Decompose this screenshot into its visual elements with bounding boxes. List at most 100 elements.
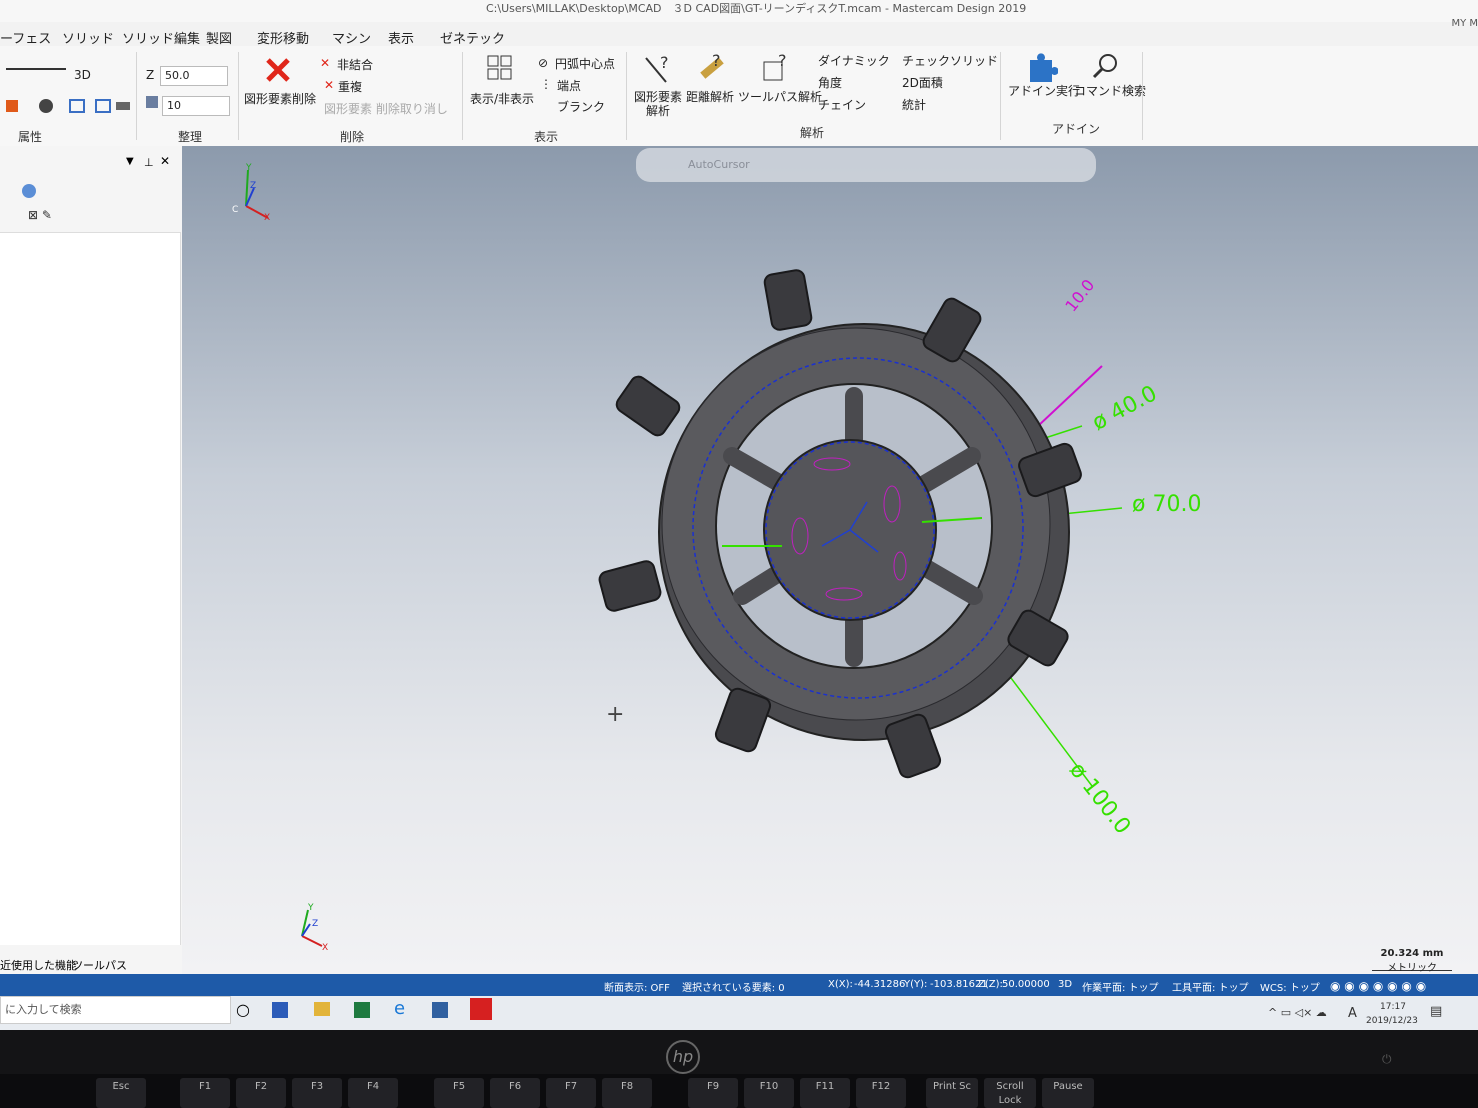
duplicate-button[interactable]: 重複 — [338, 78, 362, 95]
command-search-button[interactable]: コマンド検索 — [1074, 82, 1146, 99]
app-icon[interactable] — [432, 1002, 448, 1018]
ime-indicator[interactable]: A — [1348, 1006, 1357, 1021]
tray-icons[interactable]: ^ ▭ ◁× ☁ — [1268, 1006, 1327, 1019]
entity-analyze-button-2[interactable]: 解析 — [646, 102, 670, 119]
section-view-status[interactable]: 断面表示: OFF — [604, 979, 670, 994]
arc-center-icon: ⊘ — [538, 56, 549, 70]
dynamic-button[interactable]: ダイナミック — [818, 52, 890, 69]
autocursor-label: AutoCursor — [688, 158, 750, 171]
check-solid-button[interactable]: チェックソリッド — [902, 52, 998, 69]
menu-transform[interactable]: 変形移動 — [257, 28, 309, 47]
z-depth-input[interactable]: 50.0 — [160, 66, 228, 86]
clock-time[interactable]: 17:17 — [1380, 1002, 1406, 1012]
notification-icon[interactable]: ▤ — [1430, 1004, 1442, 1019]
key-f3[interactable]: F3 — [292, 1078, 342, 1108]
endpoint-button[interactable]: 端点 — [557, 77, 581, 94]
key-f9[interactable]: F9 — [688, 1078, 738, 1108]
key-f5[interactable]: F5 — [434, 1078, 484, 1108]
separator — [136, 52, 137, 140]
panel-dropdown-icon[interactable]: ▼ — [126, 156, 134, 167]
toolpath-analyze-icon: ? — [763, 54, 787, 81]
key-esc[interactable]: Esc — [96, 1078, 146, 1108]
x-coord-label: X(X): — [828, 979, 853, 990]
menu-drafting[interactable]: 製図 — [206, 28, 232, 47]
key-print-screen[interactable]: Print Sc — [926, 1078, 978, 1108]
tplane-status[interactable]: 工具平面: トップ — [1172, 979, 1249, 994]
menu-machine[interactable]: マシン — [332, 28, 371, 47]
triad-x-label: X — [322, 943, 328, 952]
key-f1[interactable]: F1 — [180, 1078, 230, 1108]
menu-solid-edit[interactable]: ソリッド編集 — [122, 28, 200, 47]
key-f4[interactable]: F4 — [348, 1078, 398, 1108]
key-f10[interactable]: F10 — [744, 1078, 794, 1108]
dim-label-70[interactable]: ø 70.0 — [1132, 492, 1201, 517]
puzzle-icon — [1030, 53, 1058, 82]
undo-delete-button[interactable]: 図形要素 削除取り消し — [324, 100, 448, 117]
key-f7[interactable]: F7 — [546, 1078, 596, 1108]
pin-icon[interactable]: ⊥ — [144, 156, 154, 169]
stats-button[interactable]: 統計 — [902, 96, 926, 113]
z-coord-label: Z(Z): — [978, 979, 1003, 990]
arc-center-button[interactable]: 円弧中心点 — [555, 55, 615, 72]
menu-view[interactable]: 表示 — [388, 28, 414, 47]
panel-tabs: 近使用した機能 ツールパス — [0, 954, 182, 974]
cortana-icon[interactable]: ○ — [236, 1000, 250, 1019]
show-hide-button[interactable]: 表示/非表示 — [470, 90, 534, 107]
view-orb-icons[interactable]: ◉ ◉ ◉ ◉ ◉ ◉ ◉ — [1330, 979, 1426, 993]
attr-icons[interactable] — [4, 96, 134, 116]
triad-x-label: X — [264, 213, 270, 220]
tab-recent-functions[interactable]: 近使用した機能 — [0, 957, 77, 973]
key-f2[interactable]: F2 — [236, 1078, 286, 1108]
addin-run-button[interactable]: アドイン実行 — [1008, 82, 1080, 99]
mode-3d-status[interactable]: 3D — [1058, 979, 1072, 990]
wheel-part-model[interactable] — [582, 246, 1342, 886]
menu-solid[interactable]: ソリッド — [62, 28, 114, 47]
edge-icon[interactable]: e — [394, 998, 405, 1019]
z-label: Z — [146, 68, 155, 82]
chain-button[interactable]: チェイン — [818, 96, 866, 113]
key-f8[interactable]: F8 — [602, 1078, 652, 1108]
command-search-icon — [1092, 54, 1117, 79]
wcs-status[interactable]: WCS: トップ — [1260, 979, 1320, 994]
level-input[interactable]: 10 — [162, 96, 230, 116]
view-triad-top: Y X Z C — [232, 163, 270, 220]
toolpath-analyze-button[interactable]: ツールパス解析 — [738, 88, 822, 105]
scale-unit: メトリック — [1387, 963, 1437, 974]
menu-zenetech[interactable]: ゼネテック — [440, 28, 505, 47]
key-scroll-lock[interactable]: Scroll Lock — [984, 1078, 1036, 1108]
separator — [626, 52, 627, 140]
key-f12[interactable]: F12 — [856, 1078, 906, 1108]
endpoint-icon: ⋮ — [540, 77, 552, 91]
clock-date[interactable]: 2019/12/23 — [1366, 1016, 1418, 1026]
autocursor-toolbar[interactable]: AutoCursor — [636, 148, 1096, 182]
blank-button[interactable]: ブランク — [557, 98, 605, 115]
group-label-arrange: 整理 — [178, 130, 203, 144]
mastercam-icon[interactable] — [470, 998, 492, 1020]
distance-analyze-button[interactable]: 距離解析 — [686, 88, 734, 105]
crosshair-cursor: + — [606, 702, 625, 727]
graphics-viewport[interactable]: AutoCursor Y X Z C ø 40.0 ø 70.0 ø 100.0… — [182, 146, 1478, 974]
key-f11[interactable]: F11 — [800, 1078, 850, 1108]
tab-toolpath[interactable]: ツールパス — [72, 957, 127, 973]
excel-icon[interactable] — [354, 1002, 370, 1018]
unbind-button[interactable]: 非結合 — [337, 56, 373, 73]
close-icon[interactable]: ✕ — [160, 154, 170, 168]
word-icon[interactable] — [272, 1002, 288, 1018]
cplane-status[interactable]: 作業平面: トップ — [1082, 979, 1159, 994]
help-icon[interactable] — [22, 184, 36, 198]
angle-button[interactable]: 角度 — [818, 74, 842, 91]
line-style-selector[interactable] — [6, 68, 66, 70]
taskbar-search-input[interactable]: に入力して検索 — [0, 996, 231, 1024]
key-f6[interactable]: F6 — [490, 1078, 540, 1108]
key-pause[interactable]: Pause — [1042, 1078, 1094, 1108]
delete-entities-button[interactable]: 図形要素削除 — [244, 90, 316, 107]
menu-bar: ーフェス ソリッド ソリッド編集 製図 変形移動 マシン 表示 ゼネテック — [0, 24, 1478, 47]
separator — [238, 52, 239, 140]
mode-3d[interactable]: 3D — [74, 68, 91, 82]
area-2d-button[interactable]: 2D面積 — [902, 74, 943, 91]
power-icon: ⏻ — [1382, 1052, 1392, 1066]
z-coord-value: 50.00000 — [1002, 979, 1050, 990]
menu-surface[interactable]: ーフェス — [0, 28, 51, 47]
folder-icon[interactable] — [314, 1002, 330, 1016]
panel-tool-icons[interactable]: ⊠ ✎ — [28, 208, 52, 222]
